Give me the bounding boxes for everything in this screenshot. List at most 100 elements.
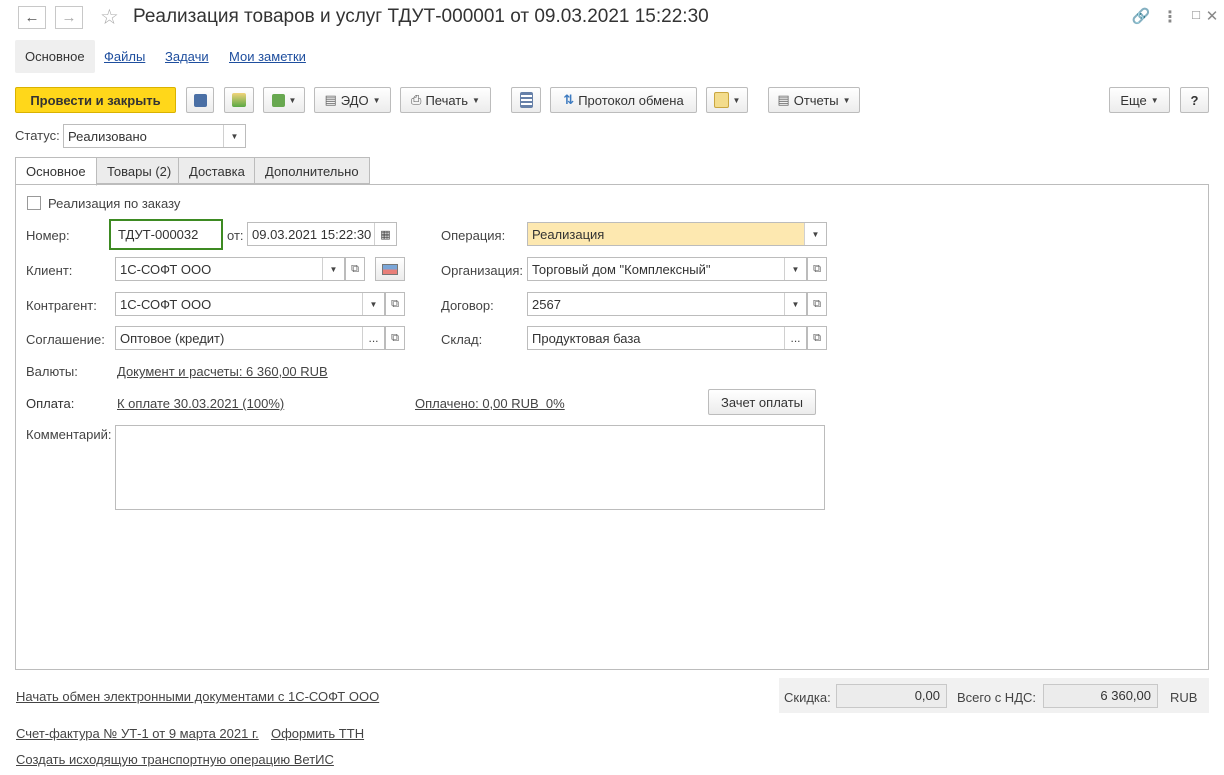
currency-code: RUB [1170, 690, 1198, 705]
report-icon: ▤ [777, 92, 790, 107]
payment-label: Оплата: [26, 396, 75, 411]
create-based-on-button[interactable]: ▼ [263, 87, 305, 113]
number-input[interactable]: ТДУТ-000032 [109, 219, 223, 250]
comment-textarea[interactable] [115, 425, 825, 510]
currency-label: Валюты: [26, 364, 78, 379]
status-select[interactable]: Реализовано ▼ [63, 124, 246, 148]
open-window-icon: ⧉ [813, 331, 821, 344]
status-label: Статус: [15, 128, 60, 143]
chevron-down-icon: ▼ [842, 95, 851, 105]
help-button[interactable]: ? [1180, 87, 1209, 113]
print-button[interactable]: ⎙ Печать ▼ [400, 87, 491, 113]
open-contract-button[interactable]: ⧉ [807, 292, 827, 316]
paid-link[interactable]: Оплачено: 0,00 RUB 0% [415, 396, 565, 411]
open-org-button[interactable]: ⧉ [807, 257, 827, 281]
client-card-button[interactable] [375, 257, 405, 281]
nav-main[interactable]: Основное [15, 40, 95, 73]
tab-goods[interactable]: Товары (2) [96, 157, 183, 184]
close-icon[interactable]: ✕ [1202, 7, 1222, 25]
chevron-down-icon[interactable]: ▼ [223, 125, 245, 147]
save-button[interactable] [186, 87, 214, 113]
create-based-icon [271, 93, 285, 107]
chevron-down-icon[interactable]: ▼ [784, 258, 806, 280]
post-button[interactable] [224, 87, 254, 113]
offset-payment-button[interactable]: Зачет оплаты [708, 389, 816, 415]
warehouse-select[interactable]: Продуктовая база... [527, 326, 807, 350]
chevron-down-icon[interactable]: ▼ [322, 258, 344, 280]
counterparty-select[interactable]: 1С-СОФТ ООО ▼ [115, 292, 385, 316]
client-label: Клиент: [26, 263, 73, 278]
nav-files[interactable]: Файлы [102, 40, 147, 73]
discount-label: Скидка: [784, 690, 831, 705]
kebab-menu-icon[interactable]: ⋮ [1160, 7, 1180, 27]
attachment-clock-icon [713, 92, 729, 108]
attachments-button[interactable]: ▼ [706, 87, 748, 113]
floppy-disk-icon [193, 93, 207, 107]
invoice-link[interactable]: Счет-фактура № УТ-1 от 9 марта 2021 г. [16, 726, 259, 741]
more-button[interactable]: Еще ▼ [1109, 87, 1170, 113]
by-order-label: Реализация по заказу [48, 196, 181, 211]
open-warehouse-button[interactable]: ⧉ [807, 326, 827, 350]
open-agreement-button[interactable]: ⧉ [385, 326, 405, 350]
page-title: Реализация товаров и услуг ТДУТ-000001 о… [133, 6, 709, 27]
date-input[interactable]: 09.03.2021 15:22:30 ▦ [247, 222, 397, 246]
ellipsis-icon[interactable]: ... [784, 327, 806, 349]
link-icon[interactable]: 🔗 [1131, 7, 1151, 25]
by-order-checkbox[interactable] [27, 196, 41, 210]
nav-tasks[interactable]: Задачи [163, 40, 211, 73]
exchange-arrows-icon: ⇅ [563, 92, 575, 107]
vetis-link[interactable]: Создать исходящую транспортную операцию … [16, 752, 334, 767]
contract-label: Договор: [441, 298, 494, 313]
chevron-down-icon: ▼ [1150, 95, 1159, 105]
printer-icon: ⎙ [411, 92, 422, 107]
exchange-protocol-button[interactable]: ⇅ Протокол обмена [550, 87, 697, 113]
chevron-down-icon[interactable]: ▼ [804, 223, 826, 245]
chevron-down-icon[interactable]: ▼ [784, 293, 806, 315]
open-client-button[interactable]: ⧉ [345, 257, 365, 281]
total-value: 6 360,00 [1043, 684, 1158, 708]
chevron-down-icon[interactable]: ▼ [362, 293, 384, 315]
org-select[interactable]: Торговый дом "Комплексный" ▼ [527, 257, 807, 281]
tab-main[interactable]: Основное [15, 157, 97, 186]
forward-button[interactable]: → [55, 6, 83, 29]
chevron-down-icon: ▼ [732, 95, 741, 105]
agreement-select[interactable]: Оптовое (кредит)... [115, 326, 385, 350]
open-window-icon: ⧉ [813, 262, 821, 275]
edo-icon: ▤ [324, 92, 337, 107]
date-from-label: от: [227, 228, 244, 243]
tab-delivery[interactable]: Доставка [178, 157, 256, 184]
post-document-icon [232, 93, 246, 107]
ellipsis-icon[interactable]: ... [362, 327, 384, 349]
arrow-left-icon: ← [24, 9, 40, 26]
operation-select[interactable]: Реализация ▼ [527, 222, 827, 246]
chevron-down-icon: ▼ [372, 95, 381, 105]
comment-label: Комментарий: [26, 427, 112, 442]
warehouse-label: Склад: [441, 332, 483, 347]
open-window-icon: ⧉ [351, 262, 359, 275]
currency-link[interactable]: Документ и расчеты: 6 360,00 RUB [117, 364, 328, 379]
structure-button[interactable] [511, 87, 541, 113]
tab-additional[interactable]: Дополнительно [254, 157, 370, 184]
back-button[interactable]: ← [18, 6, 46, 29]
counterparty-label: Контрагент: [26, 298, 97, 313]
client-select[interactable]: 1С-СОФТ ООО ▼ [115, 257, 345, 281]
reports-button[interactable]: ▤ Отчеты ▼ [768, 87, 860, 113]
org-label: Организация: [441, 263, 524, 278]
open-counterparty-button[interactable]: ⧉ [385, 292, 405, 316]
id-card-icon [382, 263, 398, 275]
payment-link[interactable]: К оплате 30.03.2021 (100%) [117, 396, 284, 411]
calendar-icon[interactable]: ▦ [374, 223, 396, 245]
post-and-close-button[interactable]: Провести и закрыть [15, 87, 176, 113]
discount-value: 0,00 [836, 684, 947, 708]
open-window-icon: ⧉ [813, 297, 821, 310]
ttn-link[interactable]: Оформить ТТН [271, 726, 364, 741]
edo-button[interactable]: ▤ ЭДО ▼ [314, 87, 391, 113]
document-list-icon [519, 92, 533, 108]
nav-notes[interactable]: Мои заметки [227, 40, 308, 73]
contract-select[interactable]: 2567 ▼ [527, 292, 807, 316]
edo-exchange-link[interactable]: Начать обмен электронными документами с … [16, 689, 379, 704]
open-window-icon: ⧉ [391, 297, 399, 310]
number-label: Номер: [26, 228, 70, 243]
operation-label: Операция: [441, 228, 506, 243]
star-icon[interactable]: ☆ [100, 5, 119, 30]
